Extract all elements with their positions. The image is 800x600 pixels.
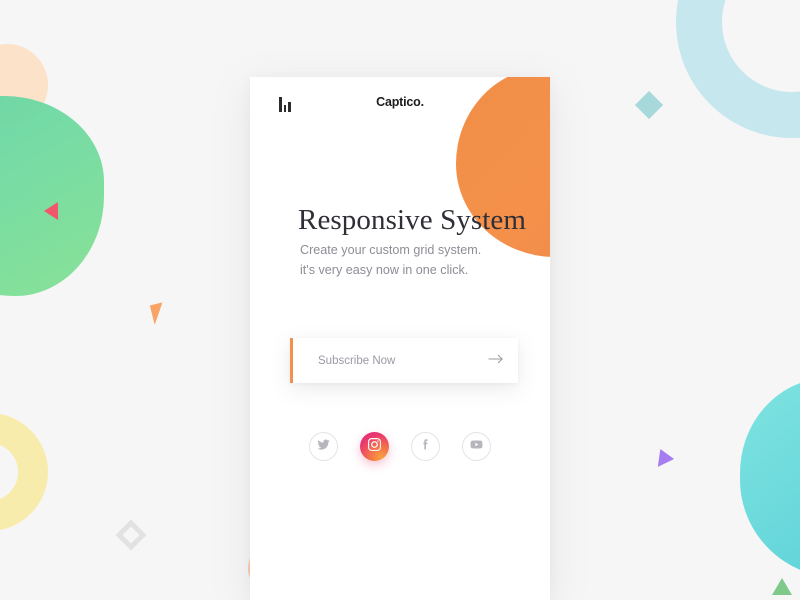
orange-triangle-shape [149,301,173,325]
subscribe-field [290,338,518,383]
social-link-instagram[interactable] [360,432,389,461]
subscribe-input[interactable] [293,354,474,367]
hero-subcopy-line-2: it's very easy now in one click. [300,263,469,277]
purple-triangle-shape [657,449,676,469]
green-triangle-shape [772,578,792,595]
youtube-icon [470,438,483,456]
brand-logo: Captico. [376,95,424,109]
social-link-facebook[interactable] [411,432,440,461]
yellow-ring-shape [0,413,48,531]
instagram-icon [368,437,381,456]
page-title: Responsive System [298,204,527,237]
teal-diamond-shape [634,90,664,120]
facebook-icon [419,438,432,456]
twitter-icon [317,438,330,456]
pink-triangle-shape [44,202,58,220]
arrow-right-icon [488,353,504,368]
social-links [250,432,550,461]
card-header: Captico. [250,77,550,129]
hero-subcopy: Create your custom grid system. it's ver… [300,240,540,280]
social-link-twitter[interactable] [309,432,338,461]
social-link-youtube[interactable] [462,432,491,461]
app-card: Captico. Responsive System Create your c… [250,77,550,600]
cyan-blob-shape [740,378,800,578]
hero-subcopy-line-1: Create your custom grid system. [300,243,482,257]
gray-diamond-shape [115,519,147,551]
subscribe-submit-button[interactable] [474,338,518,383]
green-blob-shape [0,96,104,296]
blue-ring-shape [676,0,800,138]
